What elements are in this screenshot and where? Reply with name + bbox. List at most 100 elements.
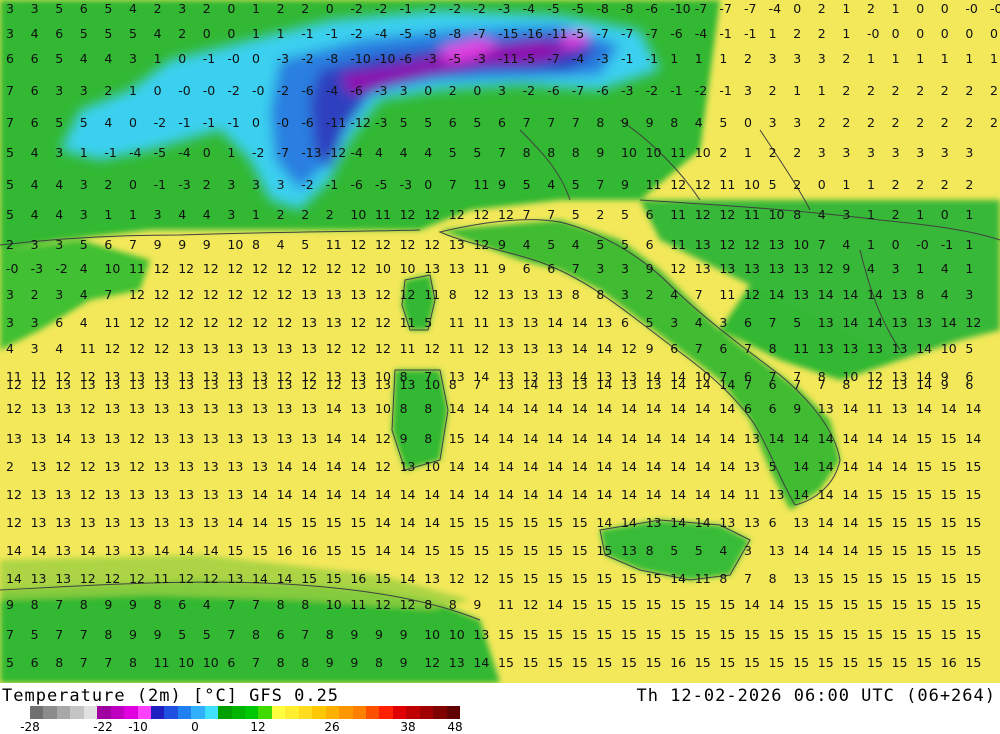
legend-swatch <box>379 706 393 719</box>
temperature-value: 12 <box>227 287 243 302</box>
temperature-value: 2 <box>818 26 826 41</box>
temperature-map[interactable]: 3 3 5 6 5 4 2 3 2 0 1 2 2 0 -2 -2 -1 -2 -2 -2 -3 -4 -5 -5 -8 -8 -6… <box>0 0 1000 683</box>
temperature-value: -2 <box>301 177 313 192</box>
temperature-value: -0 <box>227 51 240 66</box>
temperature-value: 14 <box>867 287 883 302</box>
temperature-value: 13 <box>227 377 243 392</box>
temperature-value: 3 <box>818 51 826 66</box>
temperature-value: 7 <box>818 237 826 252</box>
temperature-value: 12 <box>129 341 145 356</box>
temperature-value: 8 <box>596 287 604 302</box>
temperature-value: 15 <box>523 515 539 530</box>
temperature-value: 15 <box>916 515 932 530</box>
temperature-value: 15 <box>301 515 317 530</box>
temperature-value: 5 <box>80 237 88 252</box>
temperature-value: 14 <box>523 431 539 446</box>
temperature-value: 9 <box>793 401 801 416</box>
temperature-value: 14 <box>621 459 637 474</box>
temperature-value: 15 <box>252 543 268 558</box>
temperature-value: 14 <box>842 287 858 302</box>
temperature-value: 0 <box>990 26 998 41</box>
temperature-value: 15 <box>670 627 686 642</box>
temperature-value: 13 <box>55 543 71 558</box>
temperature-value: 13 <box>793 515 809 530</box>
temperature-value: 12 <box>695 177 711 192</box>
temperature-value: 13 <box>400 459 416 474</box>
temperature-value: 2 <box>793 26 801 41</box>
temperature-value: 15 <box>547 515 563 530</box>
temperature-value: 9 <box>498 177 506 192</box>
map-area[interactable]: 3 3 5 6 5 4 2 3 2 0 1 2 2 0 -2 -2 -1 -2 -2 -2 -3 -4 -5 -5 -8 -8 -6… <box>0 0 1000 683</box>
temperature-value: 15 <box>572 543 588 558</box>
temperature-value: 8 <box>670 115 678 130</box>
temperature-value: 2 <box>892 207 900 222</box>
temperature-value: 14 <box>719 487 735 502</box>
temperature-value: 12 <box>203 571 219 586</box>
temperature-value: 8 <box>424 597 432 612</box>
temperature-value: 13 <box>326 287 342 302</box>
temperature-value: 0 <box>793 1 801 16</box>
temperature-value: 15 <box>424 543 440 558</box>
temperature-value: 11 <box>719 287 735 302</box>
temperature-value: 1 <box>769 26 777 41</box>
temperature-value: -8 <box>326 51 339 66</box>
temperature-value: 12 <box>473 237 489 252</box>
temperature-value: 7 <box>252 655 260 670</box>
temperature-value: 15 <box>916 431 932 446</box>
temperature-value: 12 <box>326 341 342 356</box>
temperature-value: 15 <box>695 597 711 612</box>
legend-swatch <box>419 706 434 719</box>
temperature-value: 13 <box>203 515 219 530</box>
temperature-value: 13 <box>203 341 219 356</box>
temperature-value: 12 <box>965 315 981 330</box>
temperature-value: 13 <box>350 287 366 302</box>
temperature-value: -12 <box>326 145 346 160</box>
temperature-value: 14 <box>400 487 416 502</box>
temperature-value: 11 <box>498 597 514 612</box>
temperature-value: 12 <box>424 237 440 252</box>
temperature-value: 0 <box>892 237 900 252</box>
temperature-value: 3 <box>842 207 850 222</box>
temperature-value: 12 <box>375 341 391 356</box>
temperature-value: 16 <box>301 543 317 558</box>
temperature-value: 4 <box>31 145 39 160</box>
temperature-value: 13 <box>719 515 735 530</box>
temperature-value: 12 <box>350 237 366 252</box>
temperature-value: 15 <box>744 627 760 642</box>
temperature-value: -10 <box>670 1 690 16</box>
temperature-value: 7 <box>744 377 752 392</box>
temperature-value: 14 <box>301 487 317 502</box>
temperature-value: 12 <box>80 401 96 416</box>
temperature-value: 15 <box>965 627 981 642</box>
temperature-value: 15 <box>695 627 711 642</box>
temperature-value: 13 <box>842 341 858 356</box>
temperature-value: 0 <box>892 26 900 41</box>
temperature-value: 14 <box>449 401 465 416</box>
temperature-value: 10 <box>326 597 342 612</box>
temperature-value: 2 <box>965 83 973 98</box>
temperature-value: 13 <box>104 401 120 416</box>
temperature-value: 11 <box>793 341 809 356</box>
temperature-value: 12 <box>449 207 465 222</box>
temperature-value: 1 <box>252 207 260 222</box>
temperature-value: 3 <box>941 145 949 160</box>
temperature-value: -3 <box>621 83 633 98</box>
temperature-value: 2 <box>842 83 850 98</box>
temperature-value: 15 <box>818 627 834 642</box>
temperature-value: 1 <box>744 145 752 160</box>
temperature-value: 7 <box>301 627 309 642</box>
temperature-value: 13 <box>178 341 194 356</box>
temperature-value: 2 <box>965 115 973 130</box>
temperature-value: -1 <box>719 26 731 41</box>
temperature-value: 3 <box>793 51 801 66</box>
temperature-value: 13 <box>203 487 219 502</box>
temperature-value: 14 <box>277 459 293 474</box>
temperature-value: 14 <box>769 431 785 446</box>
temperature-value: 0 <box>252 51 260 66</box>
temperature-value: 1 <box>965 207 973 222</box>
temperature-value: 4 <box>719 543 727 558</box>
temperature-value: 6 <box>621 315 629 330</box>
temperature-value: 15 <box>326 571 342 586</box>
temperature-value: -7 <box>572 83 584 98</box>
temperature-value: 14 <box>424 515 440 530</box>
